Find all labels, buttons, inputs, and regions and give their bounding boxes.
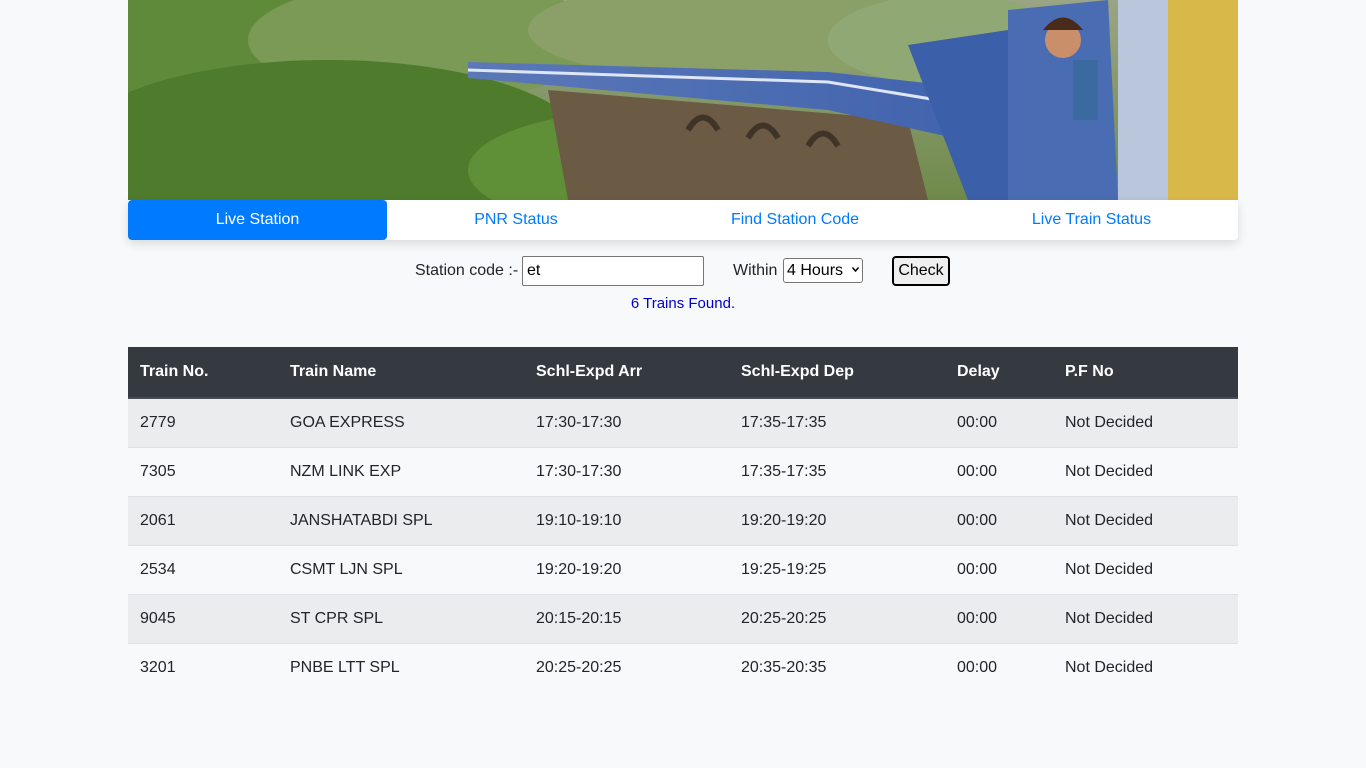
- within-select-value: 4 Hours: [787, 262, 844, 279]
- cell-train-name: GOA EXPRESS: [278, 398, 524, 447]
- cell-departure: 17:35-17:35: [729, 398, 945, 447]
- check-button[interactable]: Check: [892, 256, 950, 286]
- trains-table-wrap: Train No. Train Name Schl-Expd Arr Schl-…: [128, 347, 1238, 692]
- cell-departure: 20:35-20:35: [729, 642, 945, 692]
- cell-platform: Not Decided: [1053, 593, 1238, 643]
- col-platform: P.F No: [1053, 347, 1238, 399]
- cell-arrival: 17:30-17:30: [524, 398, 729, 447]
- cell-train-name: ST CPR SPL: [278, 593, 524, 643]
- tab-pnr-status[interactable]: PNR Status: [387, 200, 645, 240]
- cell-departure: 19:20-19:20: [729, 495, 945, 545]
- table-row: 3201 PNBE LTT SPL 20:25-20:25 20:35-20:3…: [128, 642, 1238, 692]
- table-row: 2534 CSMT LJN SPL 19:20-19:20 19:25-19:2…: [128, 544, 1238, 594]
- cell-train-name: NZM LINK EXP: [278, 446, 524, 496]
- cell-train-no: 2061: [128, 495, 278, 545]
- col-train-no: Train No.: [128, 347, 278, 399]
- chevron-down-icon: [852, 267, 859, 273]
- cell-delay: 00:00: [945, 495, 1053, 545]
- cell-arrival: 20:25-20:25: [524, 642, 729, 692]
- cell-arrival: 17:30-17:30: [524, 446, 729, 496]
- cell-departure: 20:25-20:25: [729, 593, 945, 643]
- cell-departure: 17:35-17:35: [729, 446, 945, 496]
- station-code-label: Station code :-: [415, 262, 519, 279]
- main-container: Live Station PNR Status Find Station Cod…: [128, 0, 1238, 240]
- cell-train-no: 3201: [128, 642, 278, 692]
- col-departure: Schl-Expd Dep: [729, 347, 945, 399]
- cell-delay: 00:00: [945, 446, 1053, 496]
- table-row: 7305 NZM LINK EXP 17:30-17:30 17:35-17:3…: [128, 446, 1238, 496]
- cell-train-no: 9045: [128, 593, 278, 643]
- cell-departure: 19:25-19:25: [729, 544, 945, 594]
- cell-train-no: 2534: [128, 544, 278, 594]
- nav-tabs: Live Station PNR Status Find Station Cod…: [128, 200, 1238, 240]
- col-delay: Delay: [945, 347, 1053, 399]
- cell-platform: Not Decided: [1053, 495, 1238, 545]
- tab-find-station-code[interactable]: Find Station Code: [645, 200, 945, 240]
- cell-train-name: CSMT LJN SPL: [278, 544, 524, 594]
- cell-delay: 00:00: [945, 642, 1053, 692]
- hero-train-image: [128, 0, 1238, 200]
- table-row: 2061 JANSHATABDI SPL 19:10-19:10 19:20-1…: [128, 495, 1238, 545]
- table-header-row: Train No. Train Name Schl-Expd Arr Schl-…: [128, 347, 1238, 399]
- table-row: 2779 GOA EXPRESS 17:30-17:30 17:35-17:35…: [128, 398, 1238, 447]
- tab-live-station[interactable]: Live Station: [128, 200, 387, 240]
- cell-platform: Not Decided: [1053, 642, 1238, 692]
- cell-arrival: 20:15-20:15: [524, 593, 729, 643]
- cell-delay: 00:00: [945, 398, 1053, 447]
- cell-delay: 00:00: [945, 593, 1053, 643]
- within-select[interactable]: 4 Hours: [783, 258, 863, 283]
- station-code-input[interactable]: [522, 256, 704, 286]
- col-train-name: Train Name: [278, 347, 524, 399]
- cell-platform: Not Decided: [1053, 446, 1238, 496]
- tab-live-train-status[interactable]: Live Train Status: [945, 200, 1238, 240]
- cell-train-name: JANSHATABDI SPL: [278, 495, 524, 545]
- cell-arrival: 19:20-19:20: [524, 544, 729, 594]
- cell-train-name: PNBE LTT SPL: [278, 642, 524, 692]
- search-form: Station code :- Within 4 Hours Check: [0, 256, 1366, 286]
- cell-platform: Not Decided: [1053, 398, 1238, 447]
- trains-table: Train No. Train Name Schl-Expd Arr Schl-…: [128, 347, 1238, 692]
- cell-delay: 00:00: [945, 544, 1053, 594]
- cell-platform: Not Decided: [1053, 544, 1238, 594]
- cell-arrival: 19:10-19:10: [524, 495, 729, 545]
- cell-train-no: 7305: [128, 446, 278, 496]
- col-arrival: Schl-Expd Arr: [524, 347, 729, 399]
- result-count: 6 Trains Found.: [630, 295, 736, 312]
- table-row: 9045 ST CPR SPL 20:15-20:15 20:25-20:25 …: [128, 593, 1238, 643]
- within-label: Within: [733, 262, 778, 279]
- cell-train-no: 2779: [128, 398, 278, 447]
